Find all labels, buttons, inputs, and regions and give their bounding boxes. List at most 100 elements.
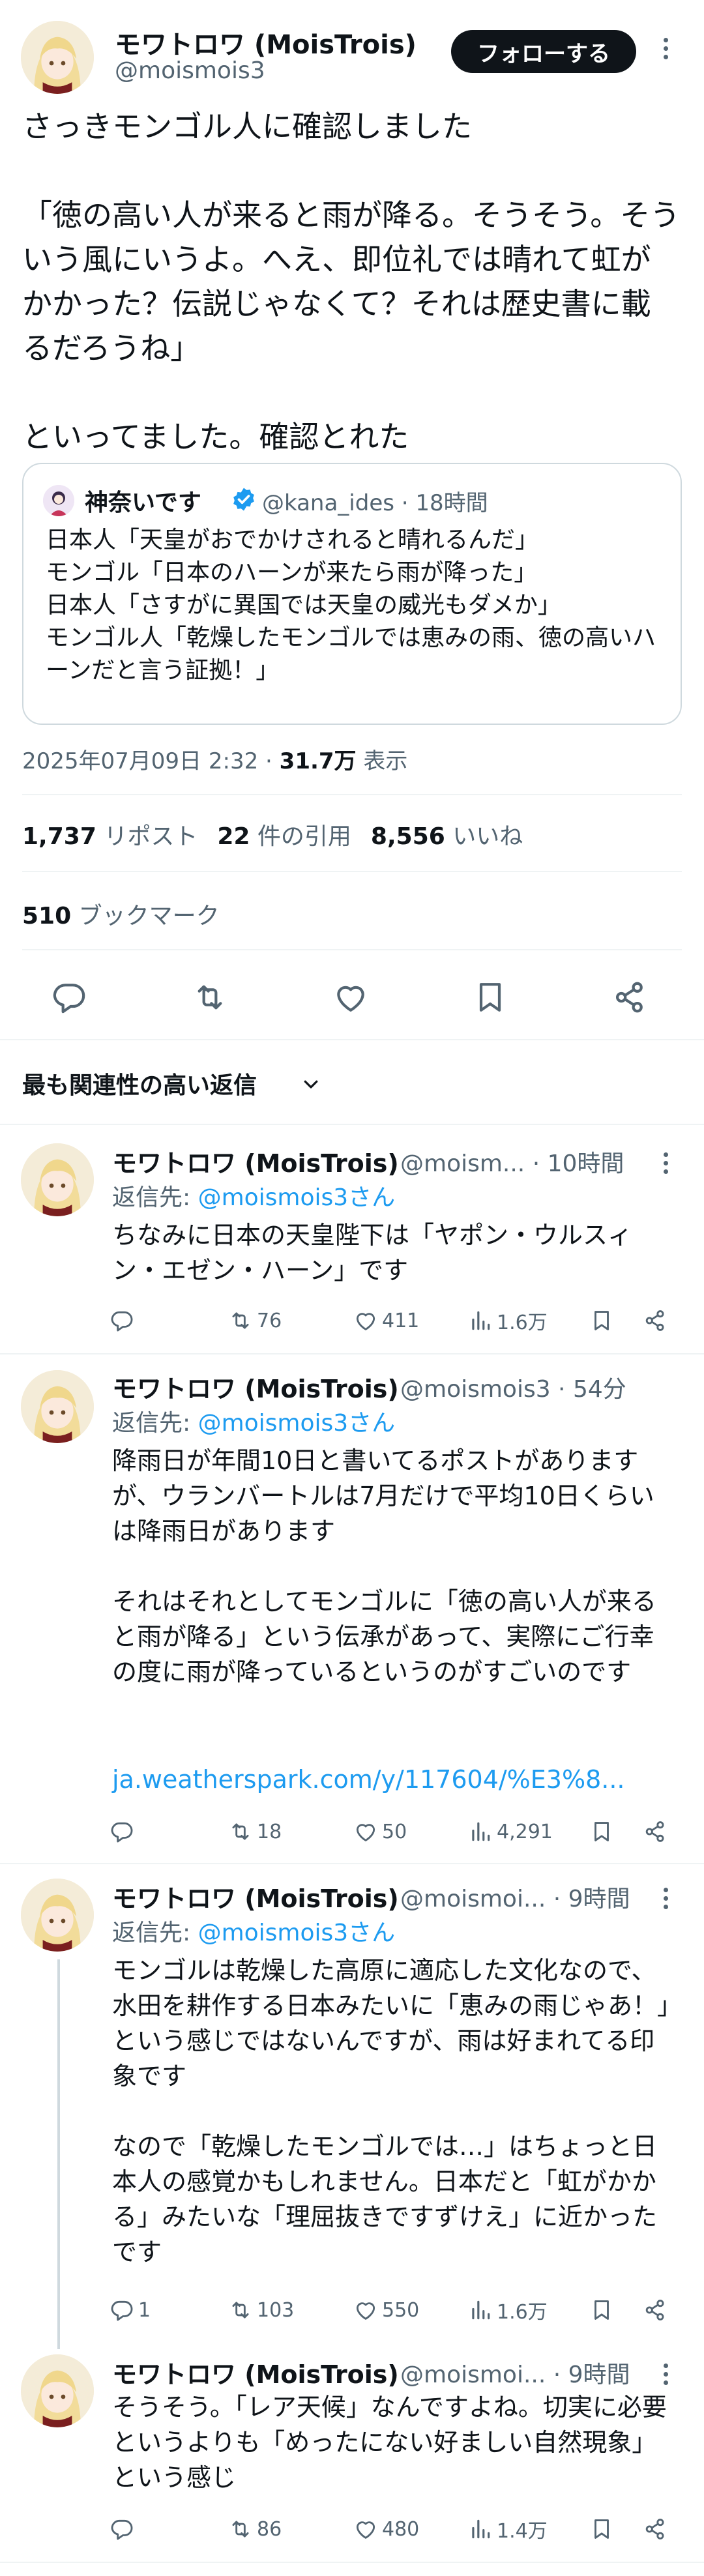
quotes-label[interactable]: 件の引用 [257,823,351,850]
bookmark-icon [594,2519,609,2539]
views-count: 1.6万 [497,1311,548,1334]
likes-count[interactable]: 8,556 [371,823,445,850]
bookmark-button[interactable] [589,2516,614,2542]
bookmark-stats: 510 ブックマーク [22,897,239,931]
share-icon[interactable] [611,979,648,1016]
reply-link[interactable]: ja.weatherspark.com/y/117604/%E3%8... [112,1765,625,1794]
bookmark-icon[interactable] [472,979,508,1016]
views-icon [472,1822,490,1841]
reply-handle-time[interactable]: @moism... · 10時間 [400,1145,624,1178]
share-button[interactable] [643,1819,667,1845]
retweet-button[interactable]: 76 [228,1308,282,1334]
author-avatar[interactable] [21,21,94,94]
chevron-down-icon[interactable] [301,1074,321,1094]
reposts-label[interactable]: リポスト [104,823,198,850]
divider [22,949,682,950]
share-button[interactable] [643,2516,667,2542]
more-options-icon[interactable] [662,1888,669,1909]
like-button[interactable]: 480 [353,2516,419,2542]
reply-avatar[interactable] [21,1143,94,1216]
reply-handle-time[interactable]: @moismoi... · 9時間 [400,1880,630,1914]
reply-text: そうそう。「レア天候」なんですよね。切実に必要というよりも「めったにない好ましい… [112,2393,667,2492]
reply-text: モンゴルは乾燥した高原に適応した文化なので、水田を耕作する日本みたいに「恵みの雨… [112,1956,670,2266]
reply-icon[interactable] [51,979,87,1016]
reply-to-prefix: 返信先: [112,1920,198,1946]
retweet-count: 18 [257,1820,282,1843]
author-name[interactable]: モワトロワ (MoisTrois) [115,23,417,61]
more-options-icon[interactable] [662,38,669,59]
bookmark-button[interactable] [589,2297,614,2323]
bookmarks-label: ブックマーク [78,903,220,929]
views-button[interactable]: 1.6万 [468,2297,548,2324]
reply-button[interactable]: 1 [110,2297,151,2323]
retweet-icon [232,1312,249,1329]
reply-author-name[interactable]: モワトロワ (MoisTrois) [112,1143,399,1179]
quoted-author-handle: @kana_ides [262,490,394,516]
likes-label[interactable]: いいね [452,823,523,850]
share-icon [645,1821,664,1842]
bookmark-icon [594,1311,609,1330]
author-handle[interactable]: @moismois3 [115,57,265,84]
quoted-meta: @kana_ides · 18時間 [262,490,488,516]
share-button[interactable] [643,1308,667,1334]
divider [0,1863,704,1864]
heart-icon [356,1824,375,1841]
thread-connector [57,1959,60,2349]
views-button[interactable]: 1.6万 [468,1308,548,1334]
reply-button[interactable] [110,2516,134,2542]
views-button[interactable]: 1.4万 [468,2516,548,2543]
retweet-button[interactable]: 103 [228,2297,294,2323]
quoted-text: 日本人「天皇がおでかけされると晴れるんだ」 モンゴル「日本のハーンが来たら雨が降… [46,527,656,684]
retweet-button[interactable]: 86 [228,2516,282,2542]
reply-to-prefix: 返信先: [112,1184,198,1211]
heart-icon [356,1313,375,1330]
reply-handle-time[interactable]: @moismoi... · 9時間 [400,2356,630,2390]
reply-author-name[interactable]: モワトロワ (MoisTrois) [112,1879,399,1914]
retweet-icon [232,2302,249,2319]
reply-icon [111,1822,133,1843]
reply-icon [111,1311,133,1332]
like-button[interactable]: 550 [353,2297,419,2323]
reply-author-name[interactable]: モワトロワ (MoisTrois) [112,1369,399,1405]
like-count: 411 [382,1309,420,1332]
reply-handle-time[interactable]: @moismois3 · 54分 [400,1370,626,1404]
reply-button[interactable] [110,1819,134,1845]
views-count: 1.6万 [497,2301,548,2324]
quoted-author-avatar [43,485,74,516]
like-button[interactable]: 50 [353,1819,407,1845]
reply-button[interactable] [110,1308,134,1334]
share-button[interactable] [643,2297,667,2323]
bookmark-button[interactable] [589,1819,614,1845]
reply-to-handle[interactable]: @moismois3さん [198,1920,396,1946]
retweet-button[interactable]: 18 [228,1819,282,1845]
quoted-post[interactable]: 神奈いです @kana_ides · 18時間 日本人「天皇がおでかけされると晴… [22,463,682,725]
retweet-icon [232,2521,249,2538]
reply-avatar[interactable] [21,1879,94,1952]
more-options-icon[interactable] [662,2364,669,2385]
heart-icon[interactable] [332,979,369,1016]
quotes-count[interactable]: 22 [217,823,250,850]
more-options-icon[interactable] [662,1152,669,1174]
like-button[interactable]: 411 [353,1308,419,1334]
heart-icon [356,2302,375,2320]
reply-to-handle[interactable]: @moismois3さん [198,1184,396,1211]
bookmark-button[interactable] [589,1308,614,1334]
divider [0,1353,704,1354]
retweet-icon[interactable] [192,979,228,1016]
views-button[interactable]: 4,291 [468,1819,553,1845]
reply-avatar[interactable] [21,1370,94,1443]
reply-author-name[interactable]: モワトロワ (MoisTrois) [112,2354,399,2390]
share-icon [645,1310,664,1331]
reply-count: 1 [138,2298,151,2322]
reply-to-prefix: 返信先: [112,1410,198,1437]
reply-text: ちなみに日本の天皇陛下は「ヤポン・ウルスィン・エゼン・ハーン」です [112,1221,633,1285]
engagement-stats: 1,737 リポスト 22 件の引用 8,556 いいね [22,817,542,851]
reply-to-handle[interactable]: @moismois3さん [198,1410,396,1437]
quoted-time: 18時間 [415,490,488,516]
views-icon [472,2519,490,2539]
reposts-count[interactable]: 1,737 [22,823,96,850]
replies-sort-label[interactable]: 最も関連性の高い返信 [22,1066,257,1100]
post-timestamp[interactable]: 2025年07月09日 2:32 [22,748,258,774]
follow-button[interactable]: フォローする [451,30,636,73]
reply-avatar[interactable] [21,2354,94,2427]
